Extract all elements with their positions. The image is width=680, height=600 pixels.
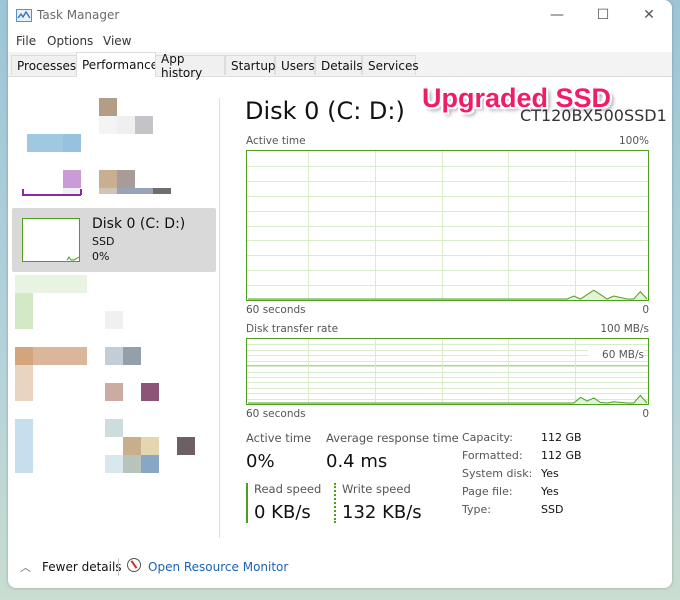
- obscured-block: [33, 347, 87, 365]
- transfer-mid-label: 60 MB/s: [588, 349, 644, 361]
- obscured-block: [141, 437, 159, 455]
- obscured-block: [117, 188, 153, 194]
- page-file-label: Page file:: [462, 485, 513, 498]
- footer: ︿ Fewer details Open Resource Monitor: [8, 548, 672, 588]
- obscured-block: [123, 455, 141, 473]
- window-title: Task Manager: [37, 8, 120, 22]
- obscured-block: [177, 437, 195, 455]
- sidebar-divider: [219, 98, 220, 538]
- fewer-details-button[interactable]: Fewer details: [42, 560, 122, 574]
- chart-svg: [247, 151, 648, 300]
- active-time-max-label: 100%: [618, 135, 649, 147]
- close-button[interactable]: ✕: [626, 0, 672, 30]
- obscured-block: [105, 347, 123, 365]
- obscured-block: [117, 170, 135, 188]
- write-speed-value: 132 KB/s: [342, 502, 422, 523]
- avg-response-label: Average response time: [326, 431, 459, 445]
- tab-startup[interactable]: Startup: [225, 55, 276, 75]
- disk-item-percent: 0%: [92, 250, 110, 263]
- obscured-block: [105, 311, 123, 329]
- transfer-x-left: 60 seconds: [246, 408, 306, 420]
- obscured-block: [99, 188, 117, 194]
- system-disk-label: System disk:: [462, 467, 533, 480]
- tab-performance[interactable]: Performance: [76, 52, 158, 77]
- read-speed-label: Read speed: [254, 482, 322, 496]
- menu-options[interactable]: Options: [47, 34, 93, 48]
- write-speed-label: Write speed: [342, 482, 411, 496]
- tab-processes[interactable]: Processes: [11, 55, 77, 75]
- chevron-up-icon[interactable]: ︿: [20, 559, 31, 575]
- obscured-block: [63, 170, 81, 188]
- page-title: Disk 0 (C: D:): [245, 97, 405, 125]
- active-time-chart-label: Active time: [246, 135, 306, 147]
- tab-users[interactable]: Users: [275, 55, 315, 75]
- active-time-stat-label: Active time: [246, 431, 312, 445]
- title-bar: Task Manager — ☐ ✕: [8, 0, 672, 30]
- obscured-block: [117, 116, 135, 134]
- obscured-block: [15, 293, 33, 329]
- obscured-block: [99, 116, 117, 134]
- task-manager-icon: [16, 9, 32, 22]
- open-resource-monitor-link[interactable]: Open Resource Monitor: [148, 560, 288, 574]
- obscured-block: [141, 383, 159, 401]
- obscured-block: [15, 365, 33, 401]
- obscured-block: [15, 275, 87, 293]
- obscured-block: [99, 170, 117, 188]
- disk-item-type: SSD: [92, 235, 115, 248]
- transfer-chart-label: Disk transfer rate: [246, 323, 339, 335]
- disk-item-name: Disk 0 (C: D:): [92, 216, 186, 232]
- menu-view[interactable]: View: [103, 34, 131, 48]
- obscured-graph-line: [22, 194, 81, 196]
- tab-details[interactable]: Details: [315, 55, 363, 75]
- obscured-graph-line: [80, 189, 82, 195]
- active-time-x-right: 0: [642, 304, 649, 316]
- type-value: SSD: [541, 503, 564, 516]
- active-time-x-left: 60 seconds: [246, 304, 306, 316]
- formatted-label: Formatted:: [462, 449, 523, 462]
- tab-bar: Processes Performance App history Startu…: [8, 52, 672, 80]
- obscured-block: [153, 188, 171, 194]
- tab-app-history[interactable]: App history: [155, 52, 225, 80]
- tab-services[interactable]: Services: [362, 55, 419, 75]
- minimize-button[interactable]: —: [534, 0, 580, 30]
- transfer-max-label: 100 MB/s: [600, 323, 649, 335]
- system-disk-value: Yes: [541, 467, 559, 480]
- footer-divider: [118, 558, 119, 576]
- active-time-chart: [246, 150, 649, 301]
- obscured-block: [123, 437, 141, 455]
- avg-response-value: 0.4 ms: [326, 451, 388, 472]
- minimize-icon: —: [550, 7, 564, 23]
- obscured-block: [99, 98, 117, 116]
- transfer-x-right: 0: [642, 408, 649, 420]
- maximize-icon: ☐: [596, 7, 610, 23]
- write-speed-legend-bar: [334, 483, 336, 523]
- obscured-graph-line: [22, 189, 24, 195]
- obscured-block: [63, 134, 81, 152]
- capacity-value: 112 GB: [541, 431, 582, 444]
- formatted-value: 112 GB: [541, 449, 582, 462]
- type-label: Type:: [462, 503, 491, 516]
- sidebar-item-disk-0[interactable]: Disk 0 (C: D:) SSD 0%: [12, 208, 216, 272]
- page-file-value: Yes: [541, 485, 559, 498]
- maximize-button[interactable]: ☐: [580, 0, 626, 30]
- obscured-block: [105, 383, 123, 401]
- obscured-block: [105, 419, 123, 437]
- menu-file[interactable]: File: [16, 34, 36, 48]
- obscured-block: [123, 347, 141, 365]
- obscured-block: [141, 455, 159, 473]
- resource-monitor-icon: [127, 558, 141, 572]
- disk-thumbnail-graph: [22, 218, 80, 262]
- obscured-block: [135, 116, 153, 134]
- capacity-label: Capacity:: [462, 431, 513, 444]
- close-icon: ✕: [643, 7, 655, 23]
- upgraded-ssd-overlay: Upgraded SSD: [422, 83, 612, 113]
- obscured-block: [15, 419, 33, 473]
- active-time-stat-value: 0%: [246, 451, 275, 472]
- obscured-block: [105, 455, 123, 473]
- read-speed-value: 0 KB/s: [254, 502, 311, 523]
- obscured-block: [27, 134, 63, 152]
- read-speed-legend-bar: [246, 483, 248, 523]
- obscured-block: [15, 347, 33, 365]
